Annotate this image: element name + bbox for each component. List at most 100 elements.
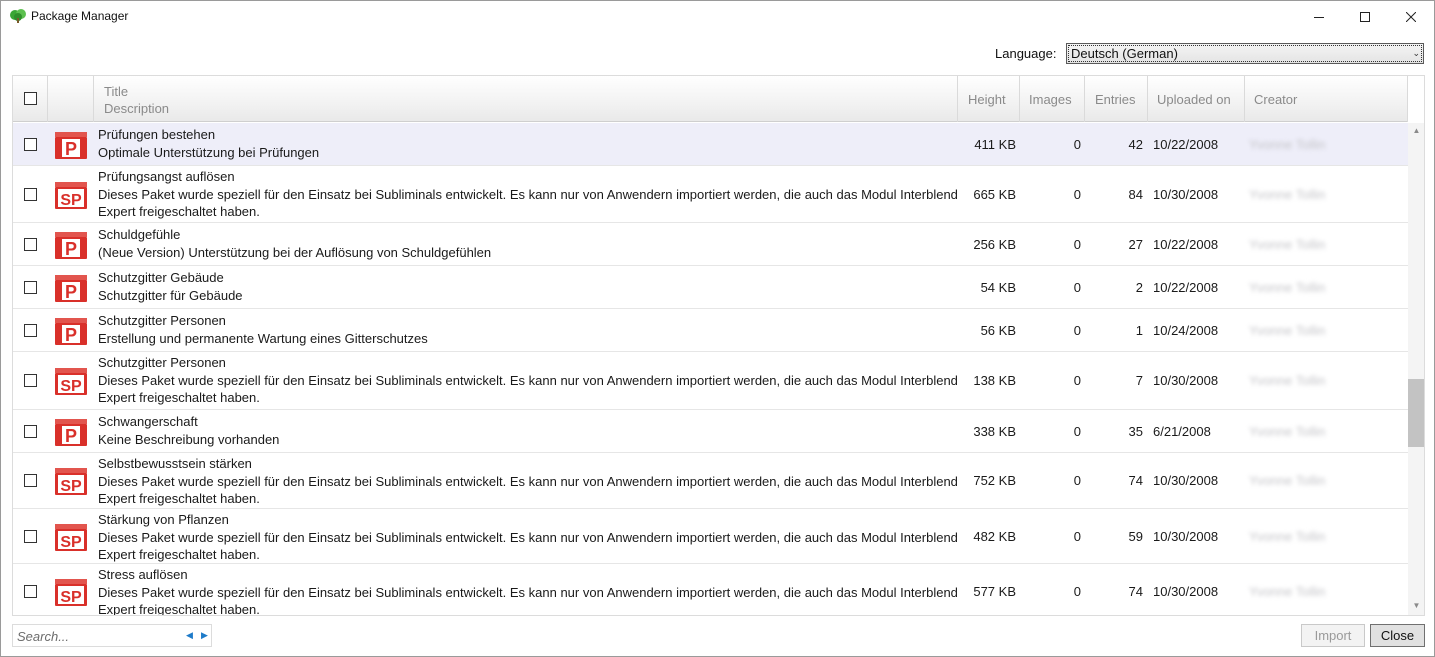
package-icon: P <box>54 418 88 446</box>
import-button[interactable]: Import <box>1301 624 1365 647</box>
row-description: Schutzgitter für Gebäude <box>98 288 243 303</box>
table-row[interactable]: P Schuldgefühle (Neue Version) Unterstützu… <box>13 223 1408 266</box>
header-creator[interactable]: Creator <box>1245 76 1408 122</box>
row-uploaded-on: 10/30/2008 <box>1153 529 1219 544</box>
scroll-up-icon[interactable]: ▲ <box>1408 124 1424 138</box>
minimize-button[interactable] <box>1296 1 1342 32</box>
search-next-icon[interactable]: ▶ <box>201 630 208 641</box>
row-checkbox[interactable] <box>24 585 37 598</box>
row-images: 0 <box>1073 473 1081 488</box>
row-description: Dieses Paket wurde speziell für den Eins… <box>98 530 958 562</box>
close-window-button[interactable] <box>1388 1 1434 32</box>
package-icon: P <box>54 231 88 259</box>
row-images: 0 <box>1073 584 1081 599</box>
select-all-checkbox[interactable] <box>24 92 37 105</box>
header-uploaded-on[interactable]: Uploaded on <box>1148 76 1245 122</box>
subliminal-package-icon: SP <box>54 367 88 395</box>
header-corner <box>1408 76 1424 122</box>
row-checkbox[interactable] <box>24 281 37 294</box>
row-checkbox[interactable] <box>24 474 37 487</box>
row-title: Stress auflösen <box>98 567 188 582</box>
row-creator: Yvonne Tollin <box>1249 373 1326 388</box>
row-description: Dieses Paket wurde speziell für den Eins… <box>98 373 958 405</box>
language-select[interactable]: Deutsch (German) ⌄ <box>1066 43 1424 64</box>
table-row[interactable]: SP Prüfungsangst auflösen Dieses Paket wur… <box>13 166 1408 223</box>
table-row[interactable]: P Schwangerschaft Keine Beschreibung vorha… <box>13 410 1408 453</box>
vertical-scrollbar[interactable]: ▲ ▼ <box>1408 123 1424 615</box>
header-height[interactable]: Height <box>958 76 1020 122</box>
header-images-label: Images <box>1029 92 1072 107</box>
row-title: Selbstbewusstsein stärken <box>98 456 252 471</box>
row-uploaded-on: 10/22/2008 <box>1153 280 1219 295</box>
row-checkbox[interactable] <box>24 374 37 387</box>
row-entries: 74 <box>1128 584 1143 599</box>
row-uploaded-on: 10/30/2008 <box>1153 473 1219 488</box>
subliminal-package-icon: SP <box>54 523 88 551</box>
row-height: 577 KB <box>973 584 1016 599</box>
row-checkbox[interactable] <box>24 425 37 438</box>
svg-text:P: P <box>65 325 77 345</box>
row-entries: 35 <box>1128 424 1143 439</box>
table-row[interactable]: SP Stärkung von Pflanzen Dieses Paket wurd… <box>13 509 1408 564</box>
package-icon: P <box>54 274 88 302</box>
svg-text:P: P <box>65 282 77 302</box>
row-description: Optimale Unterstützung bei Prüfungen <box>98 145 320 160</box>
row-uploaded-on: 10/22/2008 <box>1153 237 1219 252</box>
header-title-description[interactable]: Title Description <box>94 76 958 122</box>
row-entries: 27 <box>1128 237 1143 252</box>
row-entries: 2 <box>1135 280 1143 295</box>
row-checkbox[interactable] <box>24 188 37 201</box>
subliminal-package-icon: SP <box>54 181 88 209</box>
row-uploaded-on: 10/24/2008 <box>1153 323 1219 338</box>
table-row[interactable]: P Prüfungen bestehen Optimale Unterstützun… <box>13 123 1408 166</box>
svg-text:SP: SP <box>60 534 82 551</box>
table-row[interactable]: P Schutzgitter Personen Erstellung und per… <box>13 309 1408 352</box>
row-height: 54 KB <box>980 280 1016 295</box>
svg-text:SP: SP <box>60 478 82 495</box>
close-button[interactable]: Close <box>1370 624 1425 647</box>
svg-text:P: P <box>65 239 77 259</box>
row-description: Dieses Paket wurde speziell für den Eins… <box>98 585 958 615</box>
scroll-down-icon[interactable]: ▼ <box>1408 599 1424 613</box>
maximize-button[interactable] <box>1342 1 1388 32</box>
header-images[interactable]: Images <box>1020 76 1085 122</box>
svg-text:P: P <box>65 426 77 446</box>
title-bar: Package Manager <box>1 1 1434 32</box>
row-entries: 74 <box>1128 473 1143 488</box>
header-icon-column <box>48 76 94 122</box>
row-creator: Yvonne Tollin <box>1249 473 1326 488</box>
row-uploaded-on: 6/21/2008 <box>1153 424 1211 439</box>
row-title: Schutzgitter Gebäude <box>98 270 224 285</box>
scroll-thumb[interactable] <box>1408 379 1424 447</box>
row-entries: 1 <box>1135 323 1143 338</box>
row-images: 0 <box>1073 424 1081 439</box>
package-table: Title Description Height Images Entries … <box>12 75 1425 616</box>
table-row[interactable]: P Schutzgitter Gebäude Schutzgitter für Ge… <box>13 266 1408 309</box>
search-previous-icon[interactable]: ◀ <box>186 630 193 641</box>
row-creator: Yvonne Tollin <box>1249 187 1326 202</box>
search-box: ◀ ▶ <box>12 624 212 647</box>
row-description: Dieses Paket wurde speziell für den Eins… <box>98 187 958 219</box>
table-row[interactable]: SP Schutzgitter Personen Dieses Paket wurd… <box>13 352 1408 410</box>
row-checkbox[interactable] <box>24 530 37 543</box>
package-icon: P <box>54 131 88 159</box>
table-row[interactable]: SP Stress auflösen Dieses Paket wurde spez… <box>13 564 1408 615</box>
row-description: Dieses Paket wurde speziell für den Eins… <box>98 474 958 506</box>
row-checkbox[interactable] <box>24 138 37 151</box>
row-checkbox[interactable] <box>24 324 37 337</box>
maximize-icon <box>1360 11 1370 22</box>
row-checkbox[interactable] <box>24 238 37 251</box>
row-images: 0 <box>1073 187 1081 202</box>
table-row[interactable]: SP Selbstbewusstsein stärken Dieses Paket … <box>13 453 1408 509</box>
header-uploaded-label: Uploaded on <box>1157 92 1231 107</box>
row-height: 411 KB <box>974 137 1016 152</box>
search-input[interactable] <box>17 628 177 644</box>
row-description: Keine Beschreibung vorhanden <box>98 432 280 447</box>
row-description: (Neue Version) Unterstützung bei der Auf… <box>98 245 492 260</box>
row-images: 0 <box>1073 323 1081 338</box>
row-height: 256 KB <box>973 237 1016 252</box>
language-label: Language: <box>995 46 1057 61</box>
row-images: 0 <box>1073 529 1081 544</box>
package-manager-window: Package Manager Language: Deutsch (Germa… <box>0 0 1435 657</box>
header-entries[interactable]: Entries <box>1085 76 1148 122</box>
